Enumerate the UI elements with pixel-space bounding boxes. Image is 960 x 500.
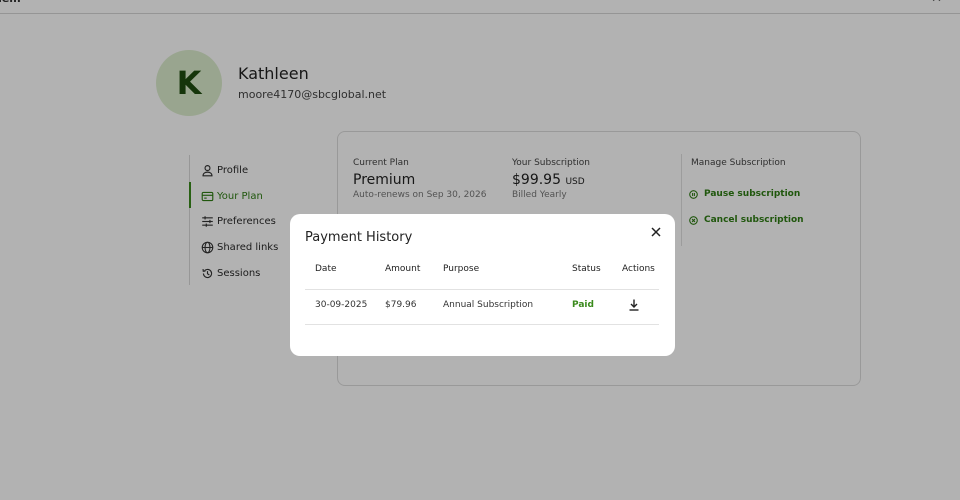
payment-history-modal: Payment History Date Amount Purpose Stat…	[290, 214, 675, 356]
column-header-actions: Actions	[622, 264, 655, 274]
column-header-purpose: Purpose	[443, 264, 480, 274]
status-badge: Paid	[572, 300, 594, 310]
column-header-amount: Amount	[385, 264, 421, 274]
column-header-date: Date	[315, 264, 337, 274]
row-date: 30-09-2025	[315, 300, 368, 310]
download-icon[interactable]	[627, 298, 641, 312]
row-purpose: Annual Subscription	[443, 300, 534, 310]
close-icon[interactable]	[650, 226, 662, 238]
modal-title: Payment History	[305, 230, 413, 245]
row-amount: $79.96	[385, 300, 417, 310]
column-header-status: Status	[572, 264, 601, 274]
row-divider	[305, 324, 659, 325]
header-divider	[305, 289, 659, 290]
